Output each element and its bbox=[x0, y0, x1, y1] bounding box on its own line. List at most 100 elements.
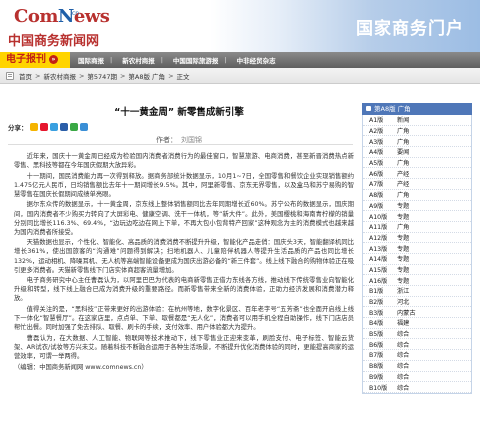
paragraph: 近年来，国庆十一黄金周已经成为检验国内消费者消费行为的最佳窗口，智慧旅游、电商消… bbox=[14, 153, 354, 170]
main-nav: 电子报刊» 国际商报 | 新农村商报 | 中国国际旅游报 | 中非经贸杂志 bbox=[0, 52, 480, 68]
paragraph: 曹磊认为，在大数据、人工智能、物联网等技术推动下，线下零售业正迎来变革，刷脸支付… bbox=[14, 334, 354, 360]
sidebar-item[interactable]: B8版 综合 bbox=[363, 361, 471, 372]
edition-name: 要闻 bbox=[397, 149, 410, 157]
sidebar-item[interactable]: A2版 广角 bbox=[363, 126, 471, 137]
edition-name: 福建 bbox=[397, 320, 410, 328]
edition-name: 综合 bbox=[397, 373, 410, 381]
edition-name: 浙江 bbox=[397, 288, 410, 296]
edition-number: B2版 bbox=[369, 299, 384, 307]
tencent-weibo-icon[interactable] bbox=[49, 123, 58, 131]
paragraph: 天猫数据也显示，个性化、智能化、高品质的消费消费不断提升升级，智能化产品走俏：国… bbox=[14, 239, 354, 274]
sidebar-item[interactable]: A12版 专题 bbox=[363, 233, 471, 244]
paragraph: 值得关注的是，“黑科技”正带来更好的出游体验：在杭州等地，数字化景区、百年老字号… bbox=[14, 306, 354, 332]
edition-number: A8版 bbox=[369, 192, 384, 200]
sidebar-item[interactable]: B9版 综合 bbox=[363, 372, 471, 383]
edition-name: 专题 bbox=[397, 245, 410, 253]
sidebar-item[interactable]: A7版 产经 bbox=[363, 179, 471, 190]
article-body: 近年来，国庆十一黄金周已经成为检验国内消费者消费行为的最佳窗口，智慧旅游、电商消… bbox=[14, 152, 354, 374]
site-logo[interactable]: ComNews .cn 中国商务新闻网 bbox=[8, 4, 128, 49]
nav-link-new-countryside-daily[interactable]: 新农村商报 | bbox=[122, 55, 169, 65]
edition-number: B3版 bbox=[369, 309, 384, 317]
sidebar-item[interactable]: B4版 福建 bbox=[363, 318, 471, 329]
article-title: “十一黄金周” 新零售成新引擎 bbox=[114, 107, 244, 118]
edition-number: A7版 bbox=[369, 181, 384, 189]
edition-number: B10版 bbox=[369, 384, 388, 392]
edition-number: A9版 bbox=[369, 202, 384, 210]
renren-icon[interactable] bbox=[59, 123, 68, 131]
edition-name: 广角 bbox=[397, 224, 410, 232]
edition-number: A2版 bbox=[369, 128, 384, 136]
edition-number: A1版 bbox=[369, 117, 384, 125]
edition-sidebar: 第A8版 广角 A1版 新闻 A2版 广角 A3版 广角 A4版 要闻 A5版 广角 A6版 产经 A7… bbox=[362, 103, 472, 394]
edition-number: A4版 bbox=[369, 149, 384, 157]
edition-name: 广角 bbox=[397, 160, 410, 168]
sidebar-item[interactable]: A9版 专题 bbox=[363, 201, 471, 212]
edition-name: 广角 bbox=[397, 138, 410, 146]
editor-note: （编辑：中国商务新闻网 www.comnews.cn） bbox=[14, 364, 148, 372]
nav-link-china-africa-magazine[interactable]: 中非经贸杂志 bbox=[237, 55, 276, 65]
site-header: ComNews .cn 中国商务新闻网 国家商务门户 bbox=[0, 0, 480, 52]
edition-number: A13版 bbox=[369, 245, 388, 253]
edition-list: A1版 新闻 A2版 广角 A3版 广角 A4版 要闻 A5版 广角 A6版 产经 A7版 产经 A8版 广角… bbox=[362, 115, 472, 394]
edition-number: B7版 bbox=[369, 352, 384, 360]
breadcrumb-home[interactable]: 首页 bbox=[19, 71, 32, 81]
sidebar-item[interactable]: B3版 内蒙古 bbox=[363, 307, 471, 319]
sidebar-item[interactable]: A1版 新闻 bbox=[363, 115, 471, 126]
sidebar-item[interactable]: B2版 河北 bbox=[363, 297, 471, 308]
edition-number: B6版 bbox=[369, 341, 384, 349]
qzone-icon[interactable] bbox=[29, 123, 38, 131]
sidebar-item[interactable]: A13版 专题 bbox=[363, 243, 471, 254]
edition-name: 专题 bbox=[397, 256, 410, 264]
sidebar-item[interactable]: A4版 要闻 bbox=[363, 147, 471, 158]
edition-number: A10版 bbox=[369, 213, 388, 221]
sidebar-item[interactable]: A5版 广角 bbox=[363, 158, 471, 169]
sidebar-item[interactable]: B10版 综合 bbox=[363, 382, 471, 393]
sidebar-item[interactable]: A15版 专题 bbox=[363, 265, 471, 276]
portal-title: 国家商务门户 bbox=[356, 19, 464, 39]
nav-brand-e-paper[interactable]: 电子报刊» bbox=[0, 52, 70, 68]
edition-name: 内蒙古 bbox=[397, 309, 416, 317]
sidebar-item[interactable]: A8版 广角 bbox=[363, 190, 471, 201]
edition-number: A16版 bbox=[369, 277, 388, 285]
sidebar-item[interactable]: B7版 综合 bbox=[363, 350, 471, 361]
edition-name: 综合 bbox=[397, 363, 410, 371]
more-share-icon[interactable] bbox=[79, 123, 88, 131]
breadcrumb-current: 正文 bbox=[176, 72, 190, 81]
edition-number: B8版 bbox=[369, 363, 384, 371]
edition-number: A3版 bbox=[369, 138, 384, 146]
edition-name: 专题 bbox=[397, 266, 410, 274]
sidebar-item[interactable]: B6版 综合 bbox=[363, 339, 471, 351]
logo-chinese-name: 中国商务新闻网 bbox=[8, 34, 100, 49]
logo-wordmark: ComNews bbox=[14, 6, 110, 27]
sidebar-item[interactable]: B5版 综合 bbox=[363, 329, 471, 340]
sidebar-item[interactable]: A10版 专题 bbox=[363, 211, 471, 222]
edition-number: B5版 bbox=[369, 331, 384, 339]
paragraph: 电子商务研究中心主任曹磊认为，以阿里巴巴为代表的电商新零售正借力东线各方线，推动… bbox=[14, 277, 354, 303]
sidebar-header: 第A8版 广角 bbox=[362, 103, 472, 115]
divider bbox=[8, 144, 353, 145]
sidebar-item[interactable]: A11版 广角 bbox=[363, 222, 471, 233]
article-main: “十一黄金周” 新零售成新引擎 分享： 作者： 刘国锦 近年来，国庆十一黄金周已经… bbox=[0, 86, 358, 447]
edition-name: 综合 bbox=[397, 341, 410, 349]
edition-number: A14版 bbox=[369, 256, 388, 264]
nav-link-intl-travel-daily[interactable]: 中国国际旅游报 | bbox=[173, 55, 233, 65]
breadcrumb-section[interactable]: 第A8版 广角 bbox=[128, 71, 165, 81]
douban-icon[interactable] bbox=[69, 123, 78, 131]
edition-number: A12版 bbox=[369, 234, 388, 242]
sidebar-item[interactable]: B1版 浙江 bbox=[363, 286, 471, 297]
sidebar-item[interactable]: A3版 广角 bbox=[363, 136, 471, 148]
edition-number: B4版 bbox=[369, 320, 384, 328]
edition-name: 产经 bbox=[397, 170, 410, 178]
sidebar-item[interactable]: A6版 产经 bbox=[363, 168, 471, 180]
edition-name: 专题 bbox=[397, 213, 410, 221]
nav-link-intl-business-daily[interactable]: 国际商报 | bbox=[78, 55, 118, 65]
sidebar-item[interactable]: A16版 专题 bbox=[363, 275, 471, 286]
edition-name: 综合 bbox=[397, 384, 410, 392]
sidebar-item[interactable]: A14版 专题 bbox=[363, 254, 471, 265]
breadcrumb-issue[interactable]: 第5747期 bbox=[87, 71, 117, 81]
weibo-icon[interactable] bbox=[39, 123, 48, 131]
edition-number: B1版 bbox=[369, 288, 384, 296]
edition-name: 河北 bbox=[397, 299, 410, 307]
breadcrumb-paper[interactable]: 新农村商报 bbox=[43, 71, 76, 81]
edition-number: A6版 bbox=[369, 170, 384, 178]
